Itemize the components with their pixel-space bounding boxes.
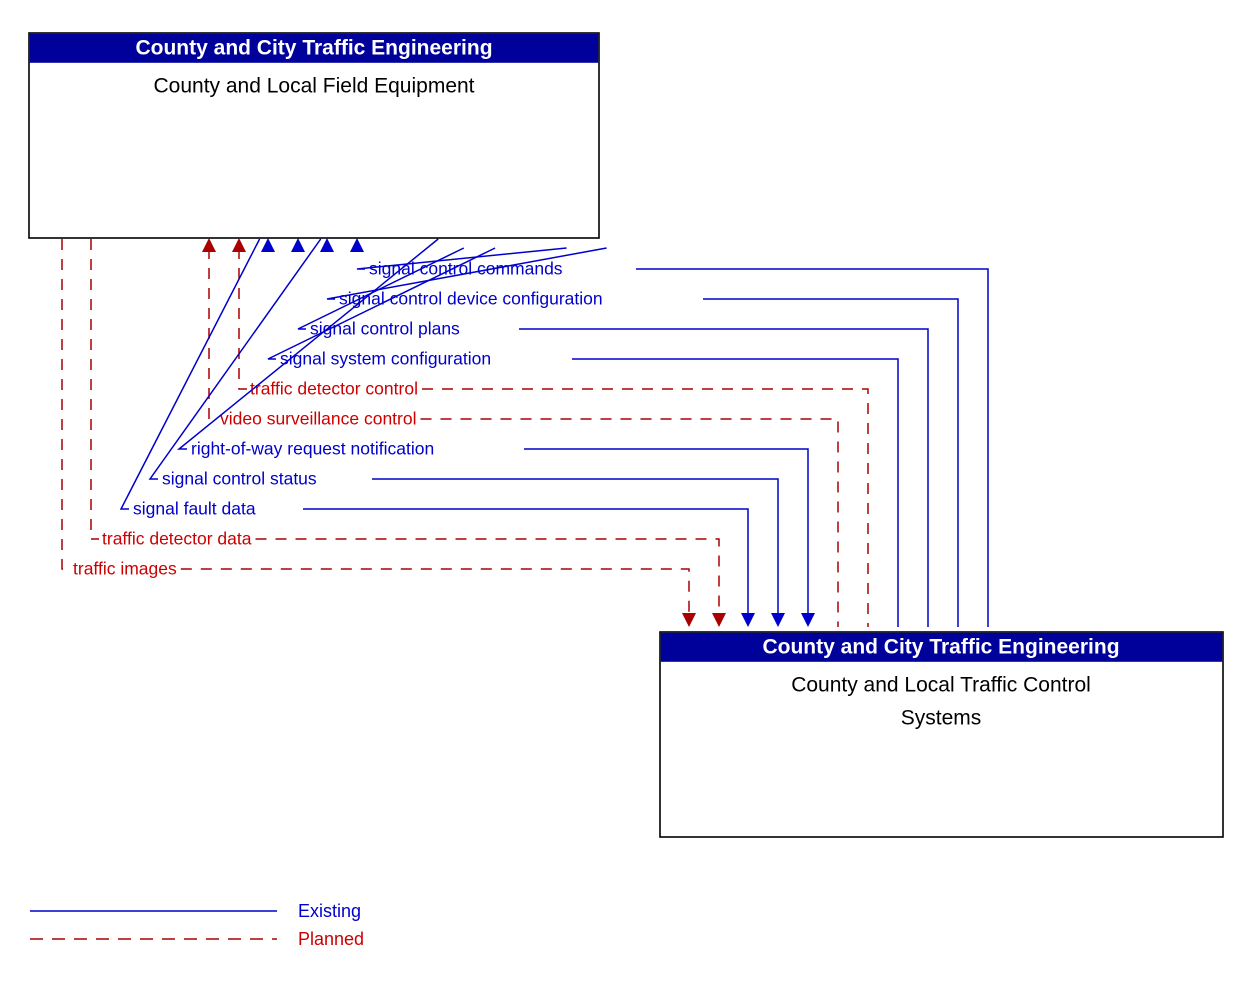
- bottom-box-title-line1: County and Local Traffic Control: [791, 674, 1091, 697]
- flow-signal-control-status-label: signal control status: [162, 469, 317, 489]
- flow-signal-system-configuration-label: signal system configuration: [280, 349, 491, 369]
- flow-traffic-detector-data-path-left: [90, 239, 99, 540]
- flow-right-of-way-request-notification-label: right-of-way request notification: [191, 439, 434, 459]
- bottom-box-title-line2: Systems: [901, 707, 982, 730]
- flow-traffic-detector-control-path-left: [238, 248, 247, 390]
- flow-signal-fault-data-label: signal fault data: [133, 499, 256, 519]
- flow-traffic-detector-data-path-right: [255, 538, 720, 617]
- flow-signal-control-device-configuration-arrowhead: [320, 238, 334, 252]
- bottom-box-frame: [659, 631, 1224, 838]
- top-box[interactable]: County and City Traffic Engineering Coun…: [28, 32, 600, 239]
- flow-signal-system-configuration-arrowhead: [261, 238, 275, 252]
- interface-flow-diagram: County and City Traffic Engineering Coun…: [0, 0, 1252, 985]
- flow-traffic-detector-control-label: traffic detector control: [250, 379, 418, 399]
- flow-traffic-images-label: traffic images: [73, 559, 177, 579]
- flow-signal-control-plans-arrowhead: [291, 238, 305, 252]
- flow-signal-control-status-arrowhead: [771, 613, 785, 627]
- top-box-stakeholder: County and City Traffic Engineering: [135, 37, 492, 60]
- flow-traffic-detector-data-arrowhead: [712, 613, 726, 627]
- bottom-box[interactable]: County and City Traffic Engineering Coun…: [659, 631, 1224, 838]
- flow-video-surveillance-control-label: video surveillance control: [220, 409, 417, 429]
- legend-label-planned: Planned: [298, 929, 364, 949]
- flow-traffic-images-path-right: [180, 568, 690, 617]
- flow-signal-fault-data-arrowhead: [741, 613, 755, 627]
- flow-traffic-images-arrowhead: [682, 613, 696, 627]
- top-box-title: County and Local Field Equipment: [153, 75, 474, 98]
- bottom-box-stakeholder: County and City Traffic Engineering: [762, 636, 1119, 659]
- flow-signal-control-plans-label: signal control plans: [310, 319, 460, 339]
- flow-traffic-detector-control-arrowhead: [232, 238, 246, 252]
- flow-video-surveillance-control-path-right: [420, 418, 839, 627]
- top-box-frame: [28, 32, 600, 239]
- flow-signal-control-commands-arrowhead: [350, 238, 364, 252]
- legend-label-existing: Existing: [298, 901, 361, 921]
- flow-right-of-way-request-notification-arrowhead: [801, 613, 815, 627]
- flow-traffic-detector-data-label: traffic detector data: [102, 529, 252, 549]
- flow-video-surveillance-control-arrowhead: [202, 238, 216, 252]
- flow-signal-control-device-configuration[interactable]: signal control device configuration: [320, 238, 959, 627]
- flow-traffic-images-path-left: [61, 239, 70, 570]
- flow-traffic-detector-control-path-right: [422, 388, 869, 627]
- legend: Existing Planned: [30, 901, 364, 949]
